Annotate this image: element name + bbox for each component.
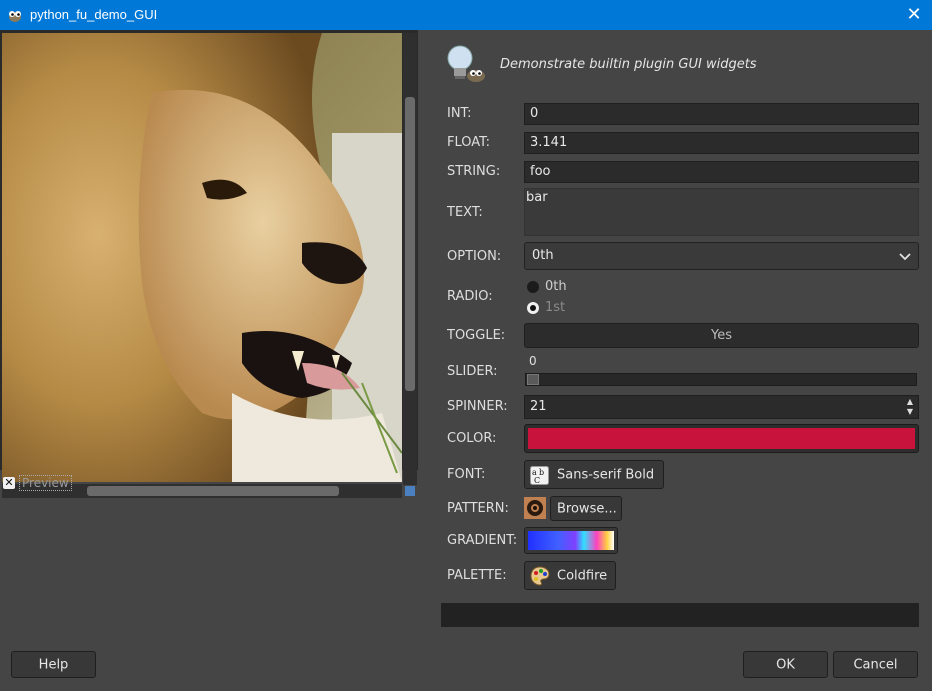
pattern-label: PATTERN: [447, 501, 509, 516]
gradient-swatch [528, 531, 614, 550]
ok-button-label: OK [776, 657, 795, 672]
radio-option-label: 1st [545, 300, 566, 315]
navigate-icon[interactable] [405, 486, 415, 496]
chevron-down-icon [899, 253, 911, 261]
font-label: FONT: [447, 467, 486, 482]
spinner-label: SPINNER: [447, 399, 508, 414]
int-field[interactable]: 0 [524, 103, 919, 125]
lightbulb-icon [447, 45, 485, 82]
scrollbar-thumb[interactable] [87, 486, 339, 496]
slider-value: 0 [529, 354, 537, 368]
gradient-chooser-button[interactable] [524, 527, 618, 554]
slider-label: SLIDER: [447, 364, 498, 379]
cancel-button[interactable]: Cancel [833, 651, 918, 678]
string-field[interactable]: foo [524, 161, 919, 183]
palette-name: Coldfire [557, 568, 608, 583]
preview-pane [0, 30, 418, 498]
slider-handle[interactable] [527, 374, 539, 385]
radio-option-label: 0th [545, 279, 567, 294]
radio-label: RADIO: [447, 289, 493, 304]
plugin-description: Demonstrate builtin plugin GUI widgets [500, 57, 757, 72]
toggle-label: TOGGLE: [447, 328, 506, 343]
float-label: FLOAT: [447, 135, 491, 150]
spin-down-icon[interactable]: ▼ [904, 407, 916, 417]
help-button-label: Help [38, 657, 69, 672]
scrollbar-thumb[interactable] [405, 97, 415, 391]
palette-icon [530, 566, 550, 586]
text-area[interactable]: bar [524, 188, 919, 236]
font-name: Sans-serif Bold [557, 467, 655, 482]
spinner-field[interactable]: 21 ▲ ▼ [524, 395, 919, 419]
font-icon: a b C [530, 466, 549, 485]
toggle-button[interactable]: Yes [524, 323, 919, 348]
slider-track[interactable] [525, 373, 917, 386]
spin-up-icon[interactable]: ▲ [904, 397, 916, 407]
string-label: STRING: [447, 164, 501, 179]
gimp-app-icon [9, 11, 21, 22]
option-dropdown[interactable]: 0th [524, 242, 919, 270]
radio-option-0th[interactable]: 0th [527, 279, 567, 294]
cancel-button-label: Cancel [853, 657, 898, 672]
progress-bar [441, 603, 919, 627]
preview-label: Preview [19, 475, 72, 491]
option-value: 0th [532, 248, 554, 263]
radio-button[interactable] [527, 280, 539, 293]
palette-chooser-button[interactable]: Coldfire [524, 561, 616, 590]
browse-button-label: Browse... [557, 501, 617, 516]
font-chooser-button[interactable]: a b C Sans-serif Bold [524, 460, 664, 489]
preview-checkbox[interactable]: ✕ Preview [3, 475, 72, 491]
ok-button[interactable]: OK [743, 651, 828, 678]
checkbox-icon[interactable]: ✕ [3, 477, 15, 489]
color-label: COLOR: [447, 431, 497, 446]
preview-image [2, 33, 402, 482]
float-field[interactable]: 3.141 [524, 132, 919, 154]
palette-label: PALETTE: [447, 568, 507, 583]
help-button[interactable]: Help [11, 651, 96, 678]
radio-button-selected[interactable] [527, 301, 539, 314]
browse-pattern-button[interactable]: Browse... [550, 496, 622, 521]
svg-text:C: C [534, 476, 540, 485]
int-label: INT: [447, 106, 472, 121]
gradient-label: GRADIENT: [447, 533, 518, 548]
pattern-swatch-icon[interactable] [524, 497, 546, 519]
preview-vertical-scrollbar[interactable] [403, 33, 417, 485]
text-label: TEXT: [447, 205, 483, 220]
spinner-value[interactable]: 21 [530, 399, 547, 414]
radio-option-1st[interactable]: 1st [527, 300, 565, 315]
close-icon[interactable]: ✕ [902, 3, 926, 27]
option-label: OPTION: [447, 249, 502, 264]
color-swatch [528, 428, 915, 449]
window-title: python_fu_demo_GUI [30, 7, 158, 22]
color-button[interactable] [524, 424, 919, 453]
title-bar: python_fu_demo_GUI ✕ [0, 0, 932, 30]
